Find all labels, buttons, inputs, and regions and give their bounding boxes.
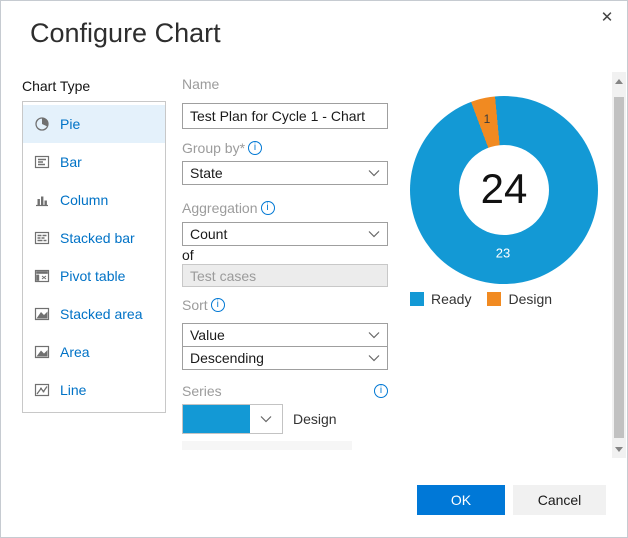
of-label: of (182, 247, 194, 263)
chart-type-label: Pivot table (60, 268, 126, 284)
series-row-label: Design (293, 411, 337, 427)
aggregation-select[interactable]: Count (182, 222, 388, 246)
chevron-down-icon (368, 230, 380, 238)
info-icon[interactable]: i (210, 298, 225, 312)
of-field (182, 264, 388, 287)
slice-value-design: 1 (483, 112, 491, 126)
series-label: Series i (182, 383, 388, 399)
stacked-area-chart-icon (34, 306, 50, 322)
slice-value-ready: 23 (495, 245, 511, 261)
column-chart-icon (34, 192, 50, 208)
chart-type-item-column[interactable]: Column (23, 181, 165, 219)
scrollbar-thumb[interactable] (614, 97, 624, 438)
info-icon[interactable]: i (248, 141, 263, 155)
stacked-bar-chart-icon (34, 230, 50, 246)
legend-swatch-design (487, 292, 502, 306)
info-icon[interactable]: i (374, 384, 388, 398)
chart-type-label: Bar (60, 154, 82, 170)
chart-legend: Ready Design (410, 291, 552, 307)
ok-button[interactable]: OK (417, 485, 505, 515)
group-by-select[interactable]: State (182, 161, 388, 185)
sort-by-select[interactable]: Value (182, 323, 388, 347)
name-input[interactable] (182, 103, 388, 129)
line-chart-icon (34, 382, 50, 398)
chart-type-item-pie[interactable]: Pie (23, 105, 165, 143)
scroll-up-icon[interactable] (612, 74, 626, 88)
pie-chart-preview: 24 23 1 (410, 96, 598, 284)
group-by-label: Group by* i (182, 140, 263, 156)
series-color-select[interactable] (182, 404, 283, 434)
chart-type-item-stacked-area[interactable]: Stacked area (23, 295, 165, 333)
series-next-row-partial (182, 441, 352, 450)
area-chart-icon (34, 344, 50, 360)
close-icon[interactable]: ✕ (596, 6, 618, 28)
series-color-swatch (183, 405, 250, 433)
chart-type-label: Pie (60, 116, 81, 132)
chevron-down-icon (250, 415, 282, 423)
configure-chart-dialog: ✕ Configure Chart Chart Type Pie Bar Col… (0, 0, 628, 538)
chart-type-heading: Chart Type (22, 78, 91, 94)
vertical-scrollbar[interactable] (612, 72, 626, 458)
cancel-button[interactable]: Cancel (513, 485, 606, 515)
sort-order-select[interactable]: Descending (182, 346, 388, 370)
chart-type-item-pivot-table[interactable]: Pivot table (23, 257, 165, 295)
legend-item-ready: Ready (410, 291, 471, 307)
chart-type-label: Stacked bar (60, 230, 135, 246)
scroll-down-icon[interactable] (612, 442, 626, 456)
chevron-down-icon (368, 169, 380, 177)
chart-type-label: Stacked area (60, 306, 143, 322)
chart-type-item-line[interactable]: Line (23, 371, 165, 409)
chevron-down-icon (368, 354, 380, 362)
sort-label: Sort i (182, 297, 225, 313)
dialog-title: Configure Chart (30, 18, 221, 48)
pie-chart-icon (34, 116, 50, 132)
legend-swatch-ready (410, 292, 424, 306)
info-icon[interactable]: i (260, 201, 275, 215)
legend-item-design: Design (487, 291, 552, 307)
aggregation-label: Aggregation i (182, 200, 275, 216)
bar-chart-icon (34, 154, 50, 170)
chevron-down-icon (368, 331, 380, 339)
pie-chart-total: 24 (480, 165, 528, 213)
chart-type-label: Area (60, 344, 90, 360)
pivot-table-icon (34, 268, 50, 284)
chart-type-label: Column (60, 192, 109, 208)
chart-type-item-bar[interactable]: Bar (23, 143, 165, 181)
chart-type-label: Line (60, 382, 87, 398)
chart-type-item-area[interactable]: Area (23, 333, 165, 371)
chart-type-list: Pie Bar Column Stacked bar Pivot table S… (22, 101, 166, 413)
name-label: Name (182, 76, 220, 92)
chart-type-item-stacked-bar[interactable]: Stacked bar (23, 219, 165, 257)
